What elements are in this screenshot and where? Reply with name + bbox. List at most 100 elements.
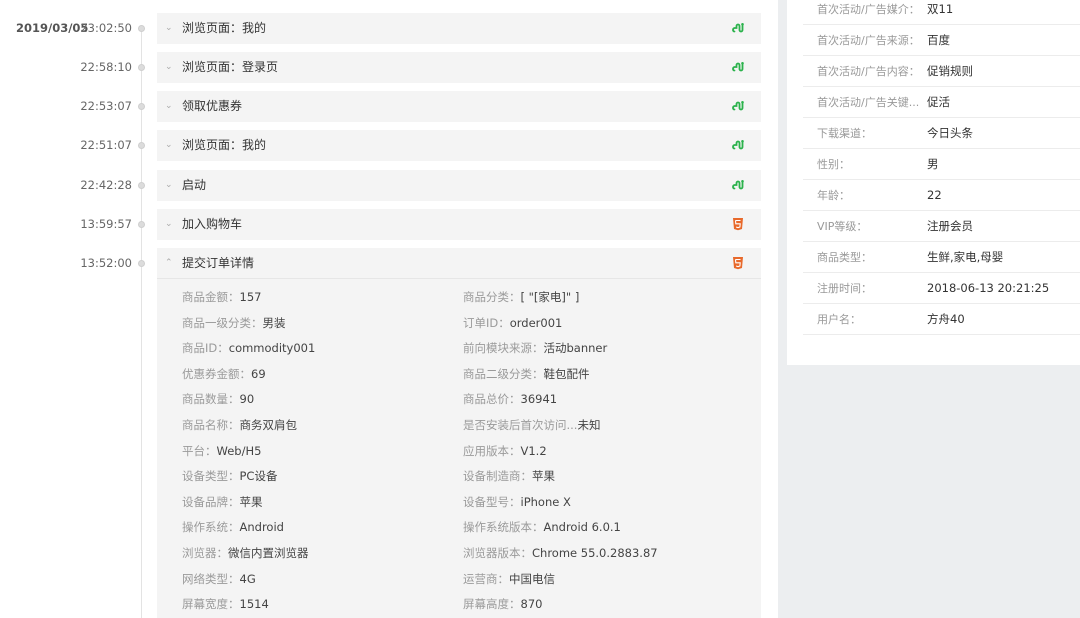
detail-key: 网络类型： [182, 571, 240, 586]
detail-key: 应用版本： [463, 443, 521, 458]
event-item[interactable]: ⌃ 提交订单详情 [157, 248, 761, 279]
event-time: 22:42:28 [80, 178, 132, 192]
event-detail-panel: 商品金额：157 商品一级分类：男装 商品ID：commodity001 优惠券金额：… [157, 248, 761, 618]
html5-icon [731, 217, 745, 231]
event-item[interactable]: ⌄ 加入购物车 [157, 209, 761, 240]
detail-value: 中国电信 [509, 571, 555, 586]
event-detail-field: 商品二级分类：鞋包配件 [463, 366, 590, 382]
timeline-dot [138, 221, 145, 228]
event-title: 浏览页面：我的 [182, 21, 267, 35]
chevron-down-icon[interactable]: ⌄ [165, 130, 173, 161]
profile-label: VIP等级： [817, 220, 868, 233]
profile-value: 男 [927, 157, 939, 171]
event-detail-field: 前向模块来源：活动banner [463, 340, 607, 356]
detail-value: 商务双肩包 [239, 418, 298, 432]
timeline-dot [138, 142, 145, 149]
event-detail-field: 商品分类：[ "[家电]" ] [463, 289, 579, 305]
event-detail-field: 屏幕高度：870 [463, 596, 542, 612]
detail-key: 设备类型： [182, 469, 240, 484]
detail-value: 男装 [262, 315, 286, 330]
detail-key: 屏幕高度： [463, 597, 521, 612]
chevron-down-icon[interactable]: ⌄ [165, 91, 173, 122]
detail-value: 未知 [577, 418, 601, 432]
timeline-event-row: 22:51:07 ⌄ 浏览页面：我的 [0, 130, 778, 161]
detail-value: Android 6.0.1 [543, 520, 621, 535]
detail-key: 平台： [182, 443, 217, 458]
chevron-down-icon[interactable]: ⌄ [165, 13, 173, 44]
timeline-event-row: 13:52:00 ⌃ 提交订单详情 [0, 248, 778, 279]
chevron-up-icon[interactable]: ⌃ [165, 248, 173, 279]
event-detail-field: 浏览器版本：Chrome 55.0.2883.87 [463, 545, 658, 561]
profile-value: 2018-06-13 20:21:25 [927, 281, 1050, 295]
timeline-event-row: 22:53:07 ⌄ 领取优惠券 [0, 91, 778, 122]
detail-key: 商品金额： [182, 290, 240, 304]
profile-label: 首次活动/广告媒介： [817, 3, 920, 16]
event-item[interactable]: ⌄ 浏览页面：我的 [157, 13, 761, 44]
detail-key: 设备品牌： [182, 494, 240, 509]
profile-value: 方舟40 [927, 312, 965, 326]
event-detail-field: 设备制造商：苹果 [463, 468, 555, 484]
detail-key: 订单ID： [463, 315, 510, 330]
event-title: 浏览页面：我的 [182, 138, 267, 152]
profile-row: 注册时间： 2018-06-13 20:21:25 [803, 273, 1080, 304]
detail-key: 运营商： [463, 571, 509, 586]
profile-value: 今日头条 [927, 126, 973, 140]
event-item[interactable]: ⌄ 启动 [157, 170, 761, 201]
timeline-dot [138, 260, 145, 267]
event-item[interactable]: ⌄ 浏览页面：登录页 [157, 52, 761, 83]
timeline-dot [138, 64, 145, 71]
detail-value: commodity001 [228, 341, 316, 356]
detail-value: 4G [239, 571, 256, 586]
detail-key: 商品分类： [463, 290, 521, 304]
profile-value: 促销规则 [927, 64, 973, 78]
detail-key: 优惠券金额： [182, 366, 251, 381]
event-detail-field: 商品金额：157 [182, 289, 261, 305]
event-title: 启动 [182, 178, 207, 192]
event-item[interactable]: ⌄ 领取优惠券 [157, 91, 761, 122]
event-detail-field: 应用版本：V1.2 [463, 443, 547, 459]
event-detail-field: 商品一级分类：男装 [182, 315, 286, 331]
detail-value: 活动banner [543, 341, 608, 356]
profile-label: 首次活动/广告来源： [817, 34, 920, 47]
detail-key: 操作系统版本： [463, 520, 544, 535]
detail-key: 商品ID： [182, 341, 229, 356]
event-detail-field: 商品名称：商务双肩包 [182, 417, 297, 433]
profile-row: VIP等级： 注册会员 [803, 211, 1080, 242]
event-title: 加入购物车 [182, 217, 243, 231]
detail-key: 设备制造商： [463, 469, 532, 484]
detail-key: 商品总价： [463, 392, 521, 407]
event-item[interactable]: ⌄ 浏览页面：我的 [157, 130, 761, 161]
detail-value: order001 [509, 315, 563, 330]
event-detail-field: 浏览器：微信内置浏览器 [182, 545, 309, 561]
chevron-down-icon[interactable]: ⌄ [165, 170, 173, 201]
profile-row: 首次活动/广告来源： 百度 [803, 25, 1080, 56]
event-time: 23:02:50 [80, 21, 132, 35]
event-title: 领取优惠券 [182, 99, 243, 113]
detail-value: 鞋包配件 [543, 366, 590, 381]
miniprogram-icon [731, 60, 745, 74]
timeline-dot [138, 182, 145, 189]
event-timeline: 2019/03/05 商品金额：157 商品一级分类：男装 商品ID：commodi… [0, 0, 778, 618]
event-time: 22:58:10 [80, 60, 132, 74]
profile-value: 双11 [927, 2, 954, 16]
profile-row: 年龄： 22 [803, 180, 1080, 211]
detail-value: 苹果 [532, 469, 555, 484]
event-detail-field: 运营商：中国电信 [463, 571, 555, 587]
profile-row: 用户名： 方舟40 [803, 304, 1080, 335]
profile-value: 百度 [927, 33, 950, 47]
detail-value: 微信内置浏览器 [228, 546, 309, 560]
profile-label: 用户名： [817, 313, 861, 326]
user-profile-card: 首次活动/广告媒介： 双11 首次活动/广告来源： 百度 首次活动/广告内容： 促销规则首… [787, 0, 1080, 365]
detail-value: Android [239, 520, 284, 535]
miniprogram-icon [731, 99, 745, 113]
profile-value: 22 [927, 188, 942, 202]
chevron-down-icon[interactable]: ⌄ [165, 209, 173, 240]
event-detail-field: 屏幕宽度：1514 [182, 596, 269, 612]
profile-row: 首次活动/广告内容： 促销规则 [803, 56, 1080, 87]
detail-key: 前向模块来源： [463, 341, 544, 356]
event-title: 提交订单详情 [182, 256, 255, 270]
profile-row: 首次活动/广告媒介： 双11 [803, 0, 1080, 25]
profile-row: 商品类型： 生鲜,家电,母婴 [803, 242, 1080, 273]
chevron-down-icon[interactable]: ⌄ [165, 52, 173, 83]
event-detail-field: 设备型号：iPhone X [463, 494, 571, 510]
